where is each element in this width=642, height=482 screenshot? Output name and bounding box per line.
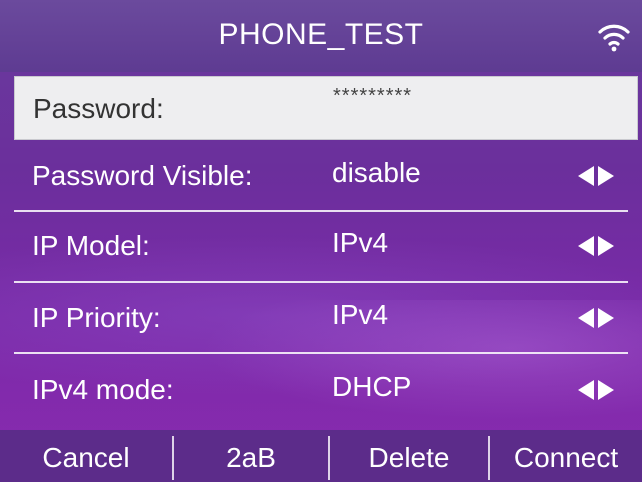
header-bar: PHONE_TEST <box>0 0 642 72</box>
ip-priority-row[interactable]: IP Priority: IPv4 <box>14 286 638 350</box>
row-divider <box>14 210 628 212</box>
left-right-arrows-icon[interactable] <box>576 165 616 187</box>
row-divider <box>14 281 628 283</box>
left-right-arrows-icon[interactable] <box>576 235 616 257</box>
password-label: Password: <box>33 93 164 124</box>
password-field[interactable]: Password: ********* <box>14 76 638 140</box>
ip-model-value: IPv4 <box>332 227 389 258</box>
ipv4-mode-row[interactable]: IPv4 mode: DHCP <box>14 358 638 422</box>
connect-softkey[interactable]: Connect <box>490 430 642 482</box>
left-right-arrows-icon[interactable] <box>576 379 616 401</box>
delete-softkey[interactable]: Delete <box>330 430 488 482</box>
softkey-bar: Cancel 2aB Delete Connect <box>0 430 642 482</box>
phone-screen: PHONE_TEST Password: ********* Password … <box>0 0 642 482</box>
ip-model-row[interactable]: IP Model: IPv4 <box>14 214 638 278</box>
page-title: PHONE_TEST <box>218 18 424 51</box>
password-value[interactable]: ********* <box>333 85 412 108</box>
ip-priority-label: IP Priority: <box>32 302 161 333</box>
ip-model-label: IP Model: <box>32 230 150 261</box>
input-mode-softkey[interactable]: 2aB <box>174 430 328 482</box>
ipv4-mode-value: DHCP <box>332 371 412 402</box>
ipv4-mode-label: IPv4 mode: <box>32 374 174 405</box>
left-right-arrows-icon[interactable] <box>576 307 616 329</box>
row-divider <box>14 352 628 354</box>
password-visible-row[interactable]: Password Visible: disable <box>14 144 638 208</box>
wifi-icon <box>598 24 630 52</box>
password-visible-label: Password Visible: <box>32 160 253 191</box>
cancel-softkey[interactable]: Cancel <box>0 430 172 482</box>
ip-priority-value: IPv4 <box>332 299 389 330</box>
password-visible-value: disable <box>332 157 421 188</box>
